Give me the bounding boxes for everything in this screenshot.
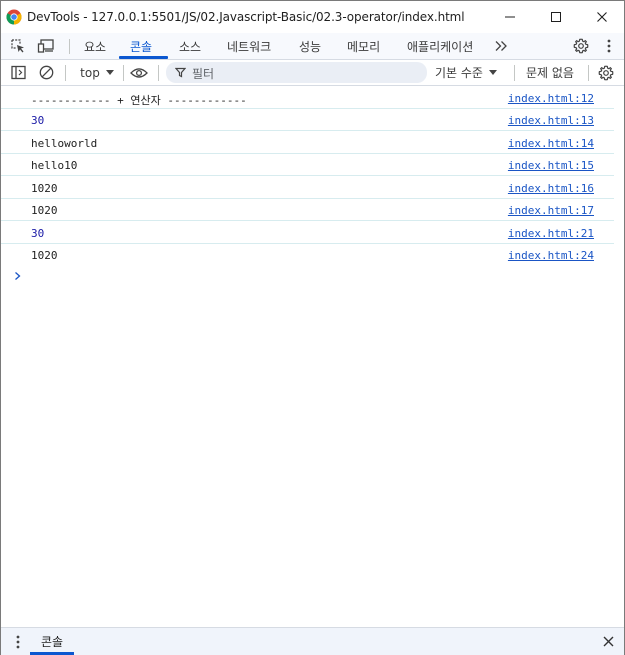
- log-entry: ------------ + 연산자 ------------ index.ht…: [1, 87, 614, 109]
- settings-button[interactable]: [568, 33, 594, 59]
- console-prompt-icon[interactable]: [13, 271, 23, 281]
- console-log-area: ------------ + 연산자 ------------ index.ht…: [1, 87, 624, 627]
- maximize-icon: [551, 12, 561, 22]
- log-source-link[interactable]: index.html:16: [508, 182, 594, 195]
- inspect-icon: [11, 39, 24, 53]
- eye-icon: [130, 67, 148, 78]
- issues-label: 문제 없음: [526, 66, 574, 80]
- toolbar-separator: [158, 65, 159, 81]
- log-message: 1020: [31, 182, 58, 195]
- toolbar-separator: [123, 65, 124, 81]
- active-tab-indicator: [119, 56, 168, 59]
- close-drawer-button[interactable]: [595, 628, 621, 655]
- log-message: 30: [31, 114, 45, 127]
- filter-input[interactable]: 필터: [166, 62, 427, 83]
- issues-counter[interactable]: 문제 없음: [526, 60, 574, 85]
- log-entry: 1020 index.html:24: [1, 244, 614, 266]
- kebab-menu-icon: [607, 39, 611, 53]
- log-levels-dropdown[interactable]: 기본 수준: [435, 60, 497, 85]
- gear-icon: [573, 38, 589, 54]
- customize-menu-button[interactable]: [596, 33, 622, 59]
- log-message: 30: [31, 227, 45, 240]
- clear-icon: [39, 65, 53, 80]
- tab-elements[interactable]: 요소: [84, 33, 106, 59]
- filter-placeholder: 필터: [192, 67, 215, 81]
- log-entry: 1020 index.html:17: [1, 199, 614, 221]
- close-icon: [597, 12, 607, 22]
- toolbar-separator: [65, 65, 66, 81]
- log-source-link[interactable]: index.html:14: [508, 137, 594, 150]
- minimize-button[interactable]: [487, 1, 533, 33]
- kebab-menu-icon: [16, 635, 20, 648]
- maximize-button[interactable]: [533, 1, 579, 33]
- log-source-link[interactable]: index.html:17: [508, 204, 594, 217]
- device-toolbar-button[interactable]: [33, 33, 59, 59]
- context-selector[interactable]: top: [69, 60, 125, 85]
- inspect-element-button[interactable]: [5, 33, 31, 59]
- panel-tab-bar: 요소 콘솔 소스 네트워크 성능 메모리 애플리케이션: [1, 33, 624, 60]
- close-icon: [603, 636, 613, 647]
- devtools-window: DevTools - 127.0.0.1:5501/JS/02.Javascri…: [0, 0, 625, 655]
- show-sidebar-button[interactable]: [5, 60, 31, 85]
- console-settings-button[interactable]: [593, 60, 619, 85]
- window-title: DevTools - 127.0.0.1:5501/JS/02.Javascri…: [27, 10, 465, 24]
- minimize-icon: [505, 16, 515, 18]
- tab-sources[interactable]: 소스: [179, 33, 201, 59]
- tab-memory[interactable]: 메모리: [347, 33, 380, 59]
- live-expression-button[interactable]: [125, 60, 153, 85]
- log-entry: 1020 index.html:16: [1, 177, 614, 199]
- clear-console-button[interactable]: [33, 60, 59, 85]
- tab-application[interactable]: 애플리케이션: [407, 33, 473, 59]
- tab-network[interactable]: 네트워크: [227, 33, 271, 59]
- tab-separator: [69, 39, 70, 54]
- log-source-link[interactable]: index.html:13: [508, 114, 594, 127]
- title-bar: DevTools - 127.0.0.1:5501/JS/02.Javascri…: [1, 1, 624, 33]
- console-toolbar: top 필터 기본 수준 문제 없음: [1, 60, 624, 86]
- sidebar-toggle-icon: [10, 65, 26, 80]
- chrome-icon: [6, 9, 22, 25]
- tab-performance[interactable]: 성능: [299, 33, 321, 59]
- close-window-button[interactable]: [579, 1, 625, 33]
- log-source-link[interactable]: index.html:12: [508, 92, 594, 105]
- log-source-link[interactable]: index.html:21: [508, 227, 594, 240]
- chevron-double-right-icon: [495, 41, 507, 51]
- more-tabs-button[interactable]: [488, 33, 514, 59]
- log-source-link[interactable]: index.html:15: [508, 159, 594, 172]
- device-icon: [37, 39, 54, 53]
- drawer-menu-button[interactable]: [5, 628, 31, 655]
- context-label: top: [80, 65, 100, 80]
- log-entry: hello10 index.html:15: [1, 154, 614, 176]
- log-entry: 30 index.html:13: [1, 109, 614, 131]
- filter-icon: [175, 67, 186, 78]
- log-source-link[interactable]: index.html:24: [508, 249, 594, 262]
- log-entry: 30 index.html:21: [1, 222, 614, 244]
- caret-down-icon: [105, 69, 114, 75]
- log-levels-label: 기본 수준: [435, 66, 483, 80]
- caret-down-icon: [488, 69, 497, 75]
- gear-icon: [598, 65, 614, 80]
- toolbar-separator: [514, 65, 515, 81]
- log-message: hello10: [31, 159, 78, 172]
- drawer-tab-console[interactable]: 콘솔: [30, 628, 74, 655]
- log-message: helloworld: [31, 137, 98, 150]
- log-message: 1020: [31, 204, 58, 217]
- log-entry: helloworld index.html:14: [1, 132, 614, 154]
- drawer-bar: 콘솔: [1, 627, 624, 655]
- log-message: ------------ + 연산자 ------------: [31, 94, 247, 107]
- toolbar-separator: [588, 65, 589, 81]
- log-message: 1020: [31, 249, 58, 262]
